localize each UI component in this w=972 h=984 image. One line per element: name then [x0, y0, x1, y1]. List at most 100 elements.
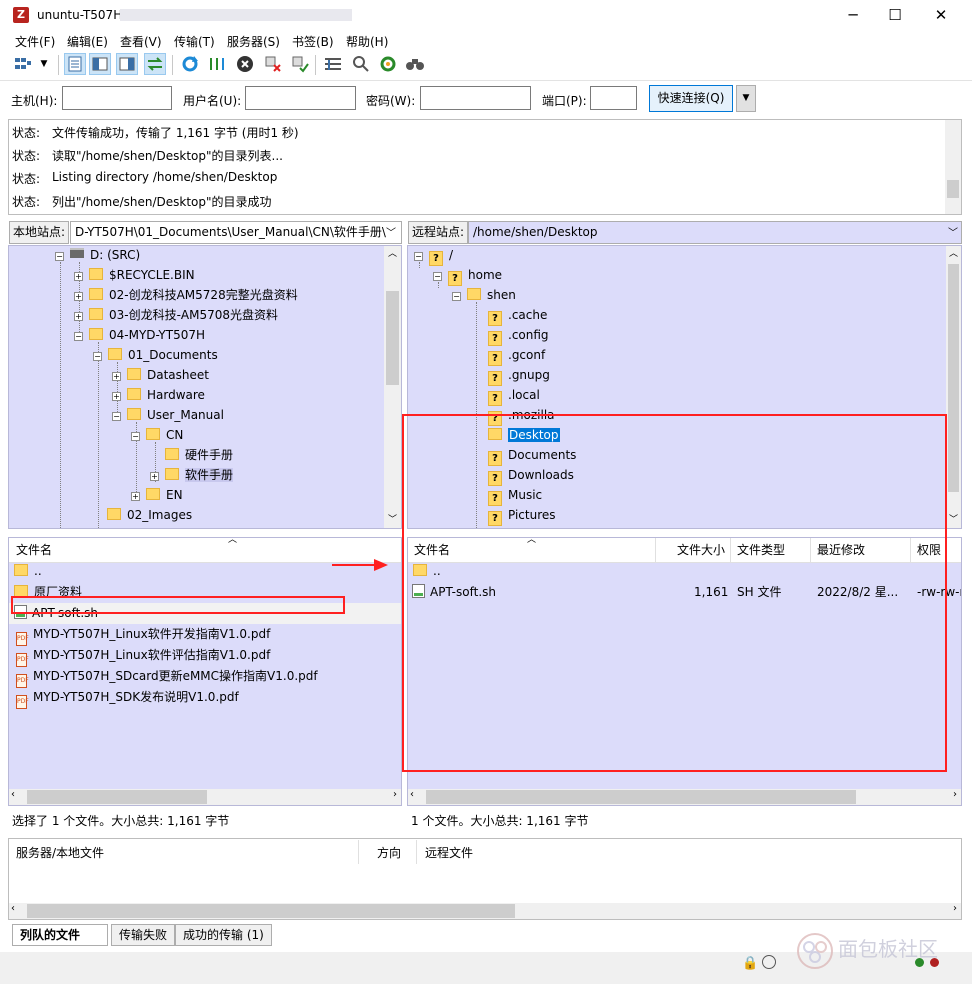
folder-icon — [467, 288, 481, 300]
folder-icon — [89, 288, 103, 300]
file-row[interactable]: PDF MYD-YT507H_Linux软件评估指南V1.0.pdf — [16, 645, 270, 667]
annotation-highlight-box — [11, 596, 345, 614]
reconnect-icon[interactable] — [289, 53, 311, 75]
remote-path-chevron-down-icon[interactable]: ﹀ — [948, 224, 958, 239]
quickconnect-dropdown-icon[interactable]: ▼ — [736, 85, 756, 112]
process-queue-icon[interactable] — [206, 53, 228, 75]
menu-edit[interactable]: 编辑(E) — [67, 33, 108, 50]
scroll-left-icon[interactable]: ‹ — [11, 789, 15, 800]
site-manager-icon[interactable] — [12, 53, 34, 75]
log-message: Listing directory /home/shen/Desktop — [52, 170, 278, 184]
tree-item[interactable]: ? .cache — [488, 305, 547, 326]
tree-item[interactable]: + EN — [131, 485, 183, 505]
remote-tree-scrollbar[interactable]: ︿ ﹀ — [946, 246, 961, 528]
compare-icon[interactable] — [350, 53, 372, 75]
tab-queued-files[interactable]: 列队的文件 — [12, 924, 108, 946]
scroll-down-icon[interactable]: ﹀ — [384, 512, 401, 528]
port-input[interactable] — [590, 86, 637, 110]
tree-item[interactable]: +03-创龙科技-AM5708光盘资料 — [74, 305, 278, 325]
scroll-up-icon[interactable]: ︿ — [384, 246, 401, 262]
menu-view[interactable]: 查看(V) — [120, 33, 162, 50]
local-list-hscrollbar[interactable]: ‹ › — [9, 789, 401, 805]
file-row[interactable]: .. — [14, 561, 42, 582]
remote-path-input[interactable]: /home/shen/Desktop — [468, 221, 962, 244]
toolbar-separator — [315, 55, 316, 75]
tree-item[interactable]: ? .local — [488, 385, 540, 406]
tree-item-selected[interactable]: + 软件手册 — [150, 465, 234, 485]
username-input[interactable] — [245, 86, 356, 110]
tab-successful-transfers[interactable]: 成功的传输 (1) — [175, 924, 272, 946]
log-message: 列出"/home/shen/Desktop"的目录成功 — [52, 195, 272, 209]
queue-col-direction[interactable]: 方向 — [377, 844, 401, 861]
unknown-folder-icon: ? — [488, 371, 502, 386]
scroll-left-icon[interactable]: ‹ — [11, 903, 15, 914]
folder-icon — [89, 328, 103, 340]
toggle-local-tree-icon[interactable] — [89, 53, 111, 75]
tree-item[interactable]: − User_Manual — [112, 405, 224, 425]
local-col-filename[interactable]: 文件名 — [16, 541, 52, 558]
toggle-log-icon[interactable] — [64, 53, 86, 75]
scroll-right-icon[interactable]: › — [393, 789, 397, 800]
host-input[interactable] — [62, 86, 172, 110]
folder-icon — [127, 368, 141, 380]
tree-item[interactable]: ? .gnupg — [488, 365, 550, 386]
column-divider — [416, 840, 417, 864]
menu-bookmarks[interactable]: 书签(B) — [292, 33, 334, 50]
tree-item[interactable]: 硬件手册 — [165, 445, 233, 465]
tree-item[interactable]: +02-创龙科技AM5728完整光盘资料 — [74, 285, 298, 305]
sync-browse-icon[interactable] — [377, 53, 399, 75]
local-tree-scrollbar[interactable]: ︿ ﹀ — [384, 246, 401, 528]
unknown-folder-icon: ? — [448, 271, 462, 286]
tree-item[interactable]: −? home — [433, 265, 502, 286]
tree-item[interactable]: − D: (SRC) — [55, 245, 140, 265]
tree-item[interactable]: + Hardware — [112, 385, 205, 405]
maximize-button[interactable]: ☐ — [872, 0, 918, 30]
close-button[interactable]: ✕ — [918, 0, 964, 30]
toggle-remote-tree-icon[interactable] — [116, 53, 138, 75]
password-input[interactable] — [420, 86, 531, 110]
local-path-input[interactable]: D-YT507H\01_Documents\User_Manual\CN\软件手… — [70, 221, 402, 244]
tree-item[interactable]: ? .gconf — [488, 345, 545, 366]
scroll-left-icon[interactable]: ‹ — [410, 789, 414, 800]
remote-list-hscrollbar[interactable]: ‹ › — [408, 789, 961, 805]
minimize-button[interactable]: ─ — [830, 0, 876, 30]
menu-file[interactable]: 文件(F) — [15, 33, 55, 50]
scroll-up-icon[interactable]: ︿ — [946, 246, 961, 262]
queue-col-server[interactable]: 服务器/本地文件 — [16, 844, 104, 861]
menu-transfer[interactable]: 传输(T) — [174, 33, 215, 50]
tree-item[interactable]: −? / — [414, 245, 453, 266]
tree-item[interactable]: − CN — [131, 425, 183, 445]
speed-limit-icon[interactable] — [762, 955, 776, 969]
search-icon[interactable] — [404, 53, 426, 75]
toggle-queue-icon[interactable] — [144, 53, 166, 75]
tree-item[interactable]: + Datasheet — [112, 365, 209, 385]
queue-col-remote[interactable]: 远程文件 — [425, 844, 473, 861]
tree-item[interactable]: −01_Documents — [93, 345, 218, 365]
menu-help[interactable]: 帮助(H) — [346, 33, 388, 50]
tree-item[interactable]: 02_Images — [107, 505, 192, 525]
tree-item[interactable]: + $RECYCLE.BIN — [74, 265, 195, 285]
scroll-right-icon[interactable]: › — [953, 903, 957, 914]
menu-server[interactable]: 服务器(S) — [227, 33, 280, 50]
quickconnect-button[interactable]: 快速连接(Q) — [649, 85, 733, 112]
local-site-label: 本地站点: — [9, 221, 70, 244]
file-row[interactable]: PDF MYD-YT507H_SDcard更新eMMC操作指南V1.0.pdf — [16, 666, 318, 688]
tab-failed-transfers[interactable]: 传输失败 — [111, 924, 176, 946]
local-path-chevron-down-icon[interactable]: ﹀ — [386, 224, 396, 239]
scroll-right-icon[interactable]: › — [953, 789, 957, 800]
tree-item[interactable]: −04-MYD-YT507H — [74, 325, 205, 345]
folder-icon — [165, 448, 179, 460]
filter-icon[interactable] — [322, 53, 344, 75]
dropdown-icon[interactable]: ▼ — [36, 53, 52, 75]
tree-item[interactable]: − shen — [452, 285, 516, 305]
queue-hscrollbar[interactable]: ‹ › — [9, 903, 961, 919]
log-scrollbar[interactable] — [945, 120, 961, 214]
disconnect-icon[interactable] — [262, 53, 284, 75]
unknown-folder-icon: ? — [488, 391, 502, 406]
file-row[interactable]: PDF MYD-YT507H_SDK发布说明V1.0.pdf — [16, 687, 239, 709]
refresh-icon[interactable] — [179, 53, 201, 75]
tree-item[interactable]: ? .config — [488, 325, 549, 346]
cancel-icon[interactable] — [234, 53, 256, 75]
scroll-down-icon[interactable]: ﹀ — [946, 512, 961, 528]
file-row[interactable]: PDF MYD-YT507H_Linux软件开发指南V1.0.pdf — [16, 624, 270, 646]
